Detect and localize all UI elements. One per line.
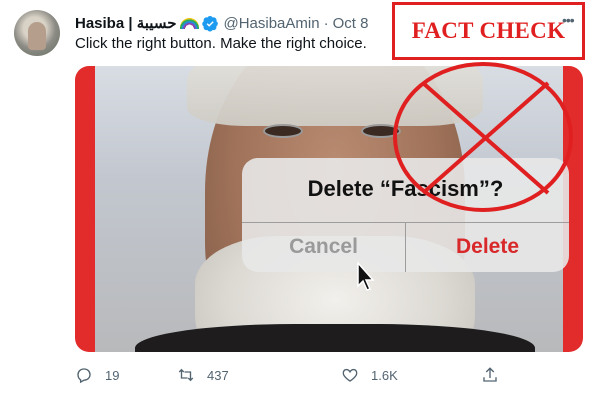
tweet-media-image[interactable]: Delete “Fascism”? Cancel Delete — [75, 66, 583, 352]
share-action[interactable] — [481, 364, 511, 386]
retweet-action[interactable]: 437 — [177, 364, 229, 386]
hair-shape — [187, 66, 483, 126]
retweet-count: 437 — [207, 367, 229, 383]
cancel-button: Cancel — [289, 235, 358, 258]
delete-button: Delete — [455, 235, 520, 258]
tweet-date[interactable]: Oct 8 — [333, 15, 369, 32]
user-handle[interactable]: @HasibaAmin — [223, 15, 319, 32]
more-dots-icon[interactable]: ••• — [562, 12, 575, 28]
user-avatar[interactable] — [14, 10, 60, 56]
mouse-cursor-icon — [357, 262, 375, 291]
like-count: 1.6K — [371, 367, 398, 383]
tweet-text: Click the right button. Make the right c… — [75, 35, 367, 52]
heart-icon — [342, 368, 358, 382]
eyes — [263, 124, 413, 144]
separator-dot: · — [323, 14, 329, 32]
fact-check-overlay: FACT CHECK — [392, 2, 585, 60]
delete-dialog: Delete “Fascism”? Cancel Delete — [242, 158, 569, 272]
reply-action[interactable]: 19 — [75, 364, 119, 386]
reply-count: 19 — [105, 367, 120, 383]
avatar-figure — [28, 22, 46, 50]
rainbow-icon — [180, 17, 200, 29]
fact-check-label: FACT CHECK — [411, 18, 566, 43]
coat-shape — [135, 324, 535, 352]
tweet-header: Hasiba | حسيبة @HasibaAmin · Oct 8 — [75, 13, 368, 33]
like-action[interactable]: 1.6K — [341, 364, 398, 386]
tweet-action-bar: 19 437 1.6K — [75, 364, 505, 386]
display-name[interactable]: Hasiba | حسيبة — [75, 14, 176, 32]
verified-badge-icon — [202, 15, 219, 32]
right-eye — [361, 124, 401, 138]
reply-icon — [77, 368, 91, 384]
dialog-title: Delete “Fascism”? — [307, 176, 504, 201]
share-icon — [483, 367, 497, 382]
retweet-icon — [178, 368, 194, 382]
left-eye — [263, 124, 303, 138]
